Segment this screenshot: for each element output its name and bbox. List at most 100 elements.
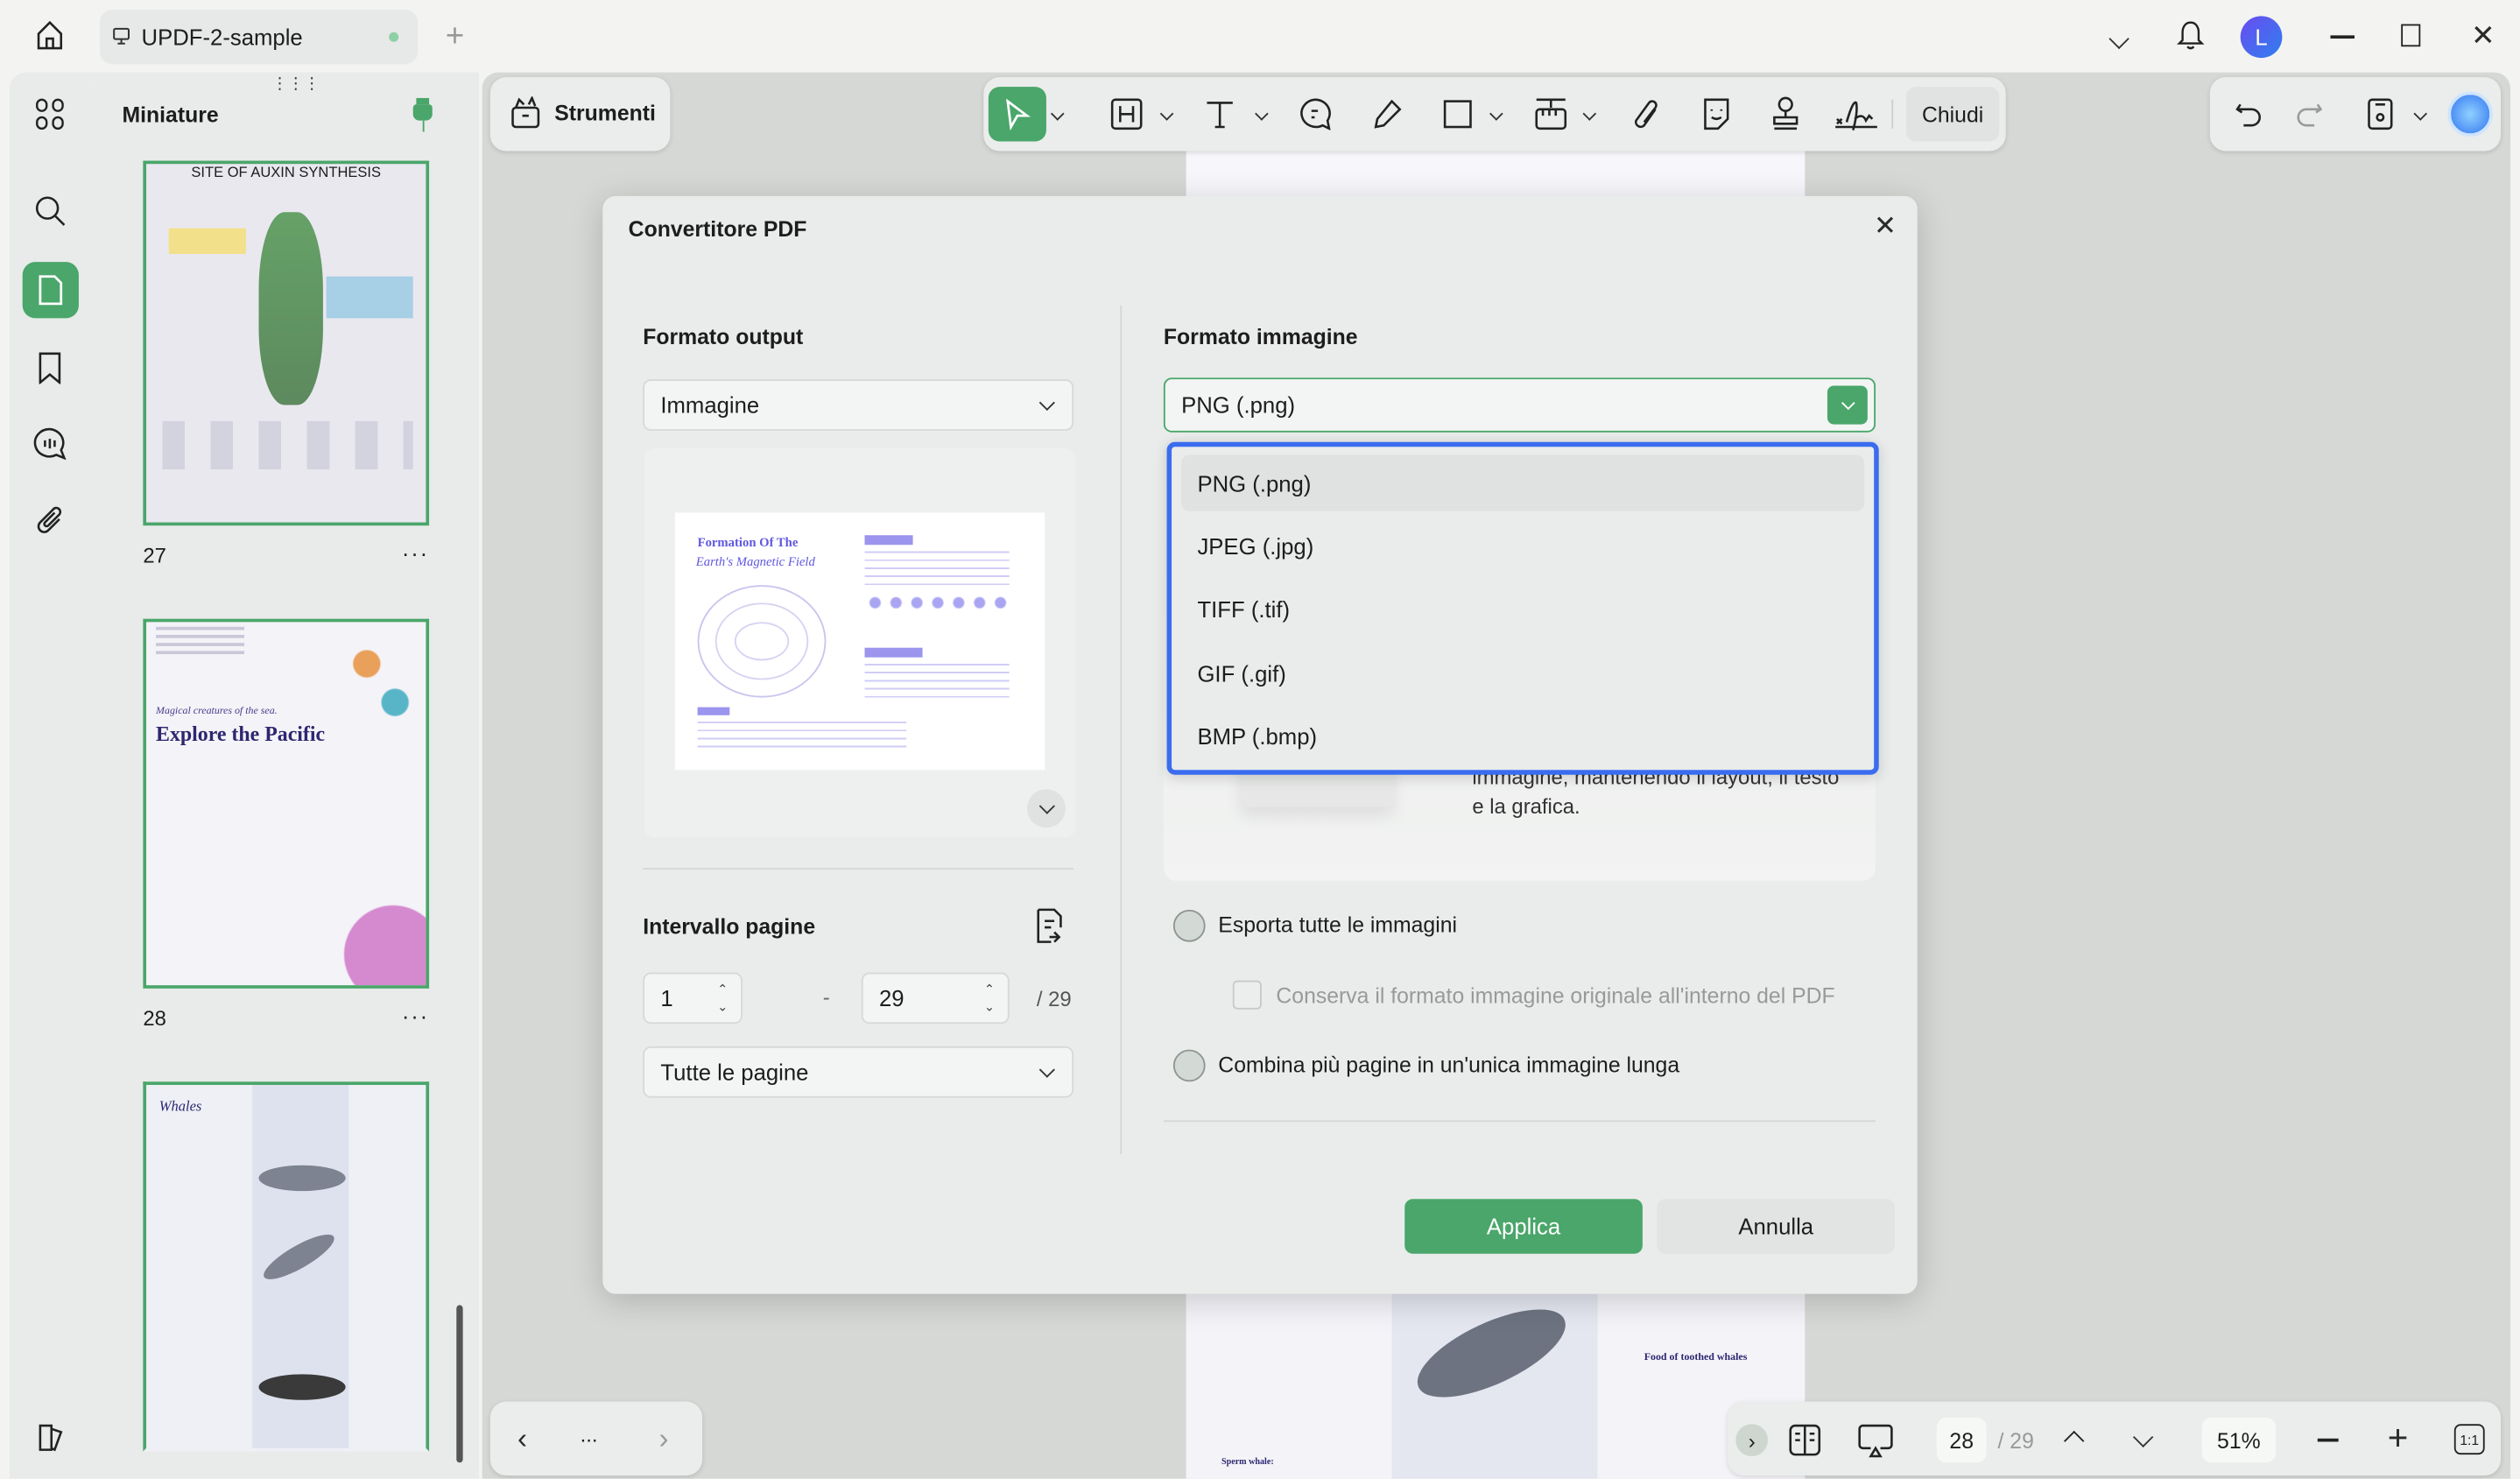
previous-icon[interactable]: ‹ (510, 1421, 535, 1454)
presentation-icon[interactable] (1858, 1424, 1893, 1459)
combine-pages-radio[interactable] (1172, 1049, 1206, 1082)
page-number-27: 27 (143, 543, 166, 567)
dropdown-option-png-label[interactable]: PNG (.png) (1197, 471, 1311, 497)
apply-button[interactable]: Applica (1404, 1199, 1643, 1254)
next-icon[interactable]: › (651, 1421, 676, 1454)
stepper-icon[interactable]: ⌃ ⌄ (717, 981, 728, 1016)
ai-assistant-button[interactable] (2447, 91, 2493, 137)
export-all-images-label[interactable]: Esporta tutte le immagini (1218, 913, 1457, 938)
shape-dropdown[interactable] (1489, 107, 1503, 121)
signature-tool-icon[interactable] (1834, 96, 1878, 131)
tabs-dropdown-icon[interactable] (2108, 28, 2129, 50)
sticker-tool-icon[interactable] (1700, 96, 1733, 131)
page-up-button[interactable] (2064, 1430, 2085, 1452)
headline-tool-icon[interactable] (1110, 98, 1143, 130)
page-27-more-button[interactable]: ··· (402, 540, 429, 566)
image-format-select[interactable]: PNG (.png) (1163, 377, 1876, 433)
thumbnail-title: Explore the Pacific (156, 722, 326, 746)
unsaved-dot (389, 32, 399, 42)
range-total: / 29 (1036, 986, 1072, 1011)
new-tab-plus-icon[interactable]: + (440, 18, 469, 53)
undo-icon[interactable] (2235, 100, 2261, 129)
cursor-icon (1003, 98, 1031, 130)
zoom-out-button[interactable] (2317, 1438, 2339, 1441)
home-icon[interactable] (34, 19, 67, 52)
thumbnail-scrollbar[interactable] (456, 1305, 463, 1463)
page-range-icon[interactable] (1033, 908, 1066, 943)
save-dropdown[interactable] (2413, 107, 2428, 121)
chevron-down-icon (1038, 394, 1055, 412)
preview-page: Formation Of The Earth's Magnetic Field (674, 512, 1045, 771)
output-format-select[interactable]: Immagine (643, 379, 1074, 431)
layers-icon[interactable] (35, 1422, 66, 1453)
bell-icon[interactable] (2176, 19, 2205, 52)
page-down-button[interactable] (2132, 1426, 2154, 1447)
panel-drag-handle[interactable]: ⋮⋮⋮ (271, 75, 320, 93)
keep-original-format-checkbox[interactable] (1232, 980, 1262, 1010)
comments-icon[interactable] (33, 427, 68, 460)
preview-expand-button[interactable] (1026, 789, 1066, 828)
text-tool-icon[interactable] (1204, 98, 1236, 130)
range-to-input[interactable]: 29 ⌃ ⌄ (861, 972, 1010, 1025)
range-from-input[interactable]: 1 ⌃ ⌄ (643, 972, 743, 1025)
close-window-button[interactable]: ✕ (2470, 18, 2495, 51)
tools-button[interactable]: Strumenti (489, 77, 671, 151)
left-divider (643, 868, 1074, 870)
toolbox-icon (510, 96, 542, 129)
dropdown-option-tiff[interactable]: TIFF (.tif) (1197, 596, 1290, 622)
more-button[interactable]: ... (581, 1422, 598, 1447)
avatar[interactable]: L (2240, 16, 2283, 59)
stamp-tool-icon[interactable] (1770, 96, 1802, 131)
export-all-images-radio[interactable] (1172, 909, 1206, 942)
tools-label: Strumenti (554, 101, 656, 126)
highlighter-tool-icon[interactable] (1371, 98, 1404, 130)
thumbnails-button[interactable] (22, 262, 79, 319)
redo-icon[interactable] (2297, 100, 2323, 129)
measure-dropdown[interactable] (1582, 107, 1597, 121)
headline-dropdown[interactable] (1159, 107, 1174, 121)
pin-icon[interactable] (412, 97, 433, 133)
combine-pages-label[interactable]: Combina più pagine in un'unica immagine … (1218, 1053, 1679, 1077)
search-icon[interactable] (34, 194, 67, 227)
attachment-icon[interactable] (35, 504, 66, 537)
zoom-level-input[interactable]: 51% (2201, 1417, 2277, 1463)
image-format-dropdown-button[interactable] (1827, 385, 1868, 425)
apps-grid-icon[interactable] (35, 98, 64, 130)
restore-button[interactable] (2401, 24, 2421, 47)
cancel-button[interactable]: Annulla (1657, 1199, 1896, 1254)
thumbnail-page-27[interactable]: SITE OF AUXIN SYNTHESIS (143, 160, 430, 526)
dropdown-option-bmp[interactable]: BMP (.bmp) (1197, 723, 1317, 749)
chevron-down-icon (1038, 1061, 1055, 1078)
thumbnail-page-28[interactable]: Magical creatures of the sea. Explore th… (143, 618, 430, 989)
rectangle-tool-icon[interactable] (1443, 100, 1472, 129)
text-dropdown[interactable] (1255, 107, 1269, 121)
attach-tool-icon[interactable] (1631, 96, 1664, 131)
close-dialog-icon[interactable]: ✕ (1872, 210, 1897, 241)
stepper-icon[interactable]: ⌃ ⌄ (984, 981, 995, 1016)
bookmark-icon[interactable] (37, 352, 62, 384)
page-range-mode-select[interactable]: Tutte le pagine (643, 1046, 1074, 1098)
document-tab[interactable]: UPDF-2-sample (99, 10, 419, 65)
comment-tool-icon[interactable] (1299, 98, 1333, 130)
collapse-bar-button[interactable]: › (1735, 1424, 1769, 1456)
close-tools-button[interactable]: Chiudi (1905, 87, 2000, 142)
edit-toolbar: Chiudi (983, 77, 2006, 151)
page-number-28: 28 (143, 1006, 166, 1031)
thumbnail-page-29[interactable]: Whales (143, 1081, 430, 1452)
current-page-input[interactable]: 28 (1936, 1417, 1987, 1463)
select-tool-button[interactable] (988, 87, 1046, 142)
two-page-view-icon[interactable] (1789, 1424, 1821, 1456)
zoom-in-button[interactable]: + (2383, 1418, 2412, 1458)
dropdown-option-gif[interactable]: GIF (.gif) (1197, 660, 1285, 686)
background-page-top (1186, 149, 1806, 198)
page-28-more-button[interactable]: ··· (402, 1003, 429, 1028)
dropdown-option-jpeg[interactable]: JPEG (.jpg) (1197, 533, 1313, 559)
select-tool-dropdown[interactable] (1050, 107, 1065, 121)
measure-tool-icon[interactable] (1533, 96, 1568, 131)
preview-subtitle: Earth's Magnetic Field (695, 554, 815, 569)
actual-size-button[interactable]: 1:1 (2453, 1424, 2485, 1455)
save-icon[interactable] (2366, 98, 2395, 130)
minimize-button[interactable] (2330, 35, 2355, 39)
page-icon (37, 275, 64, 306)
tab-title: UPDF-2-sample (141, 24, 303, 50)
